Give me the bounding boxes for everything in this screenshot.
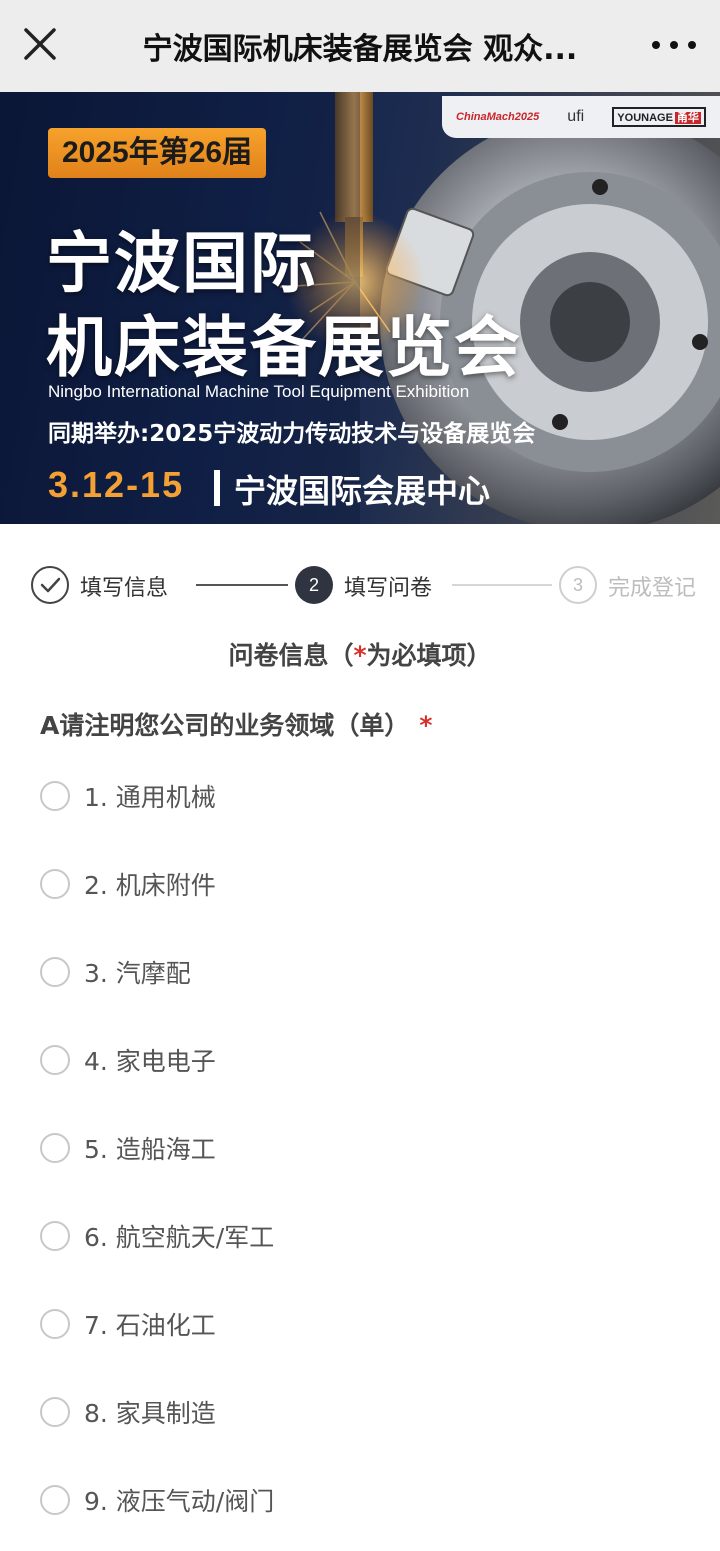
- radio-button[interactable]: [40, 957, 70, 987]
- radio-button[interactable]: [40, 1045, 70, 1075]
- option-label: 5. 造船海工: [84, 1135, 216, 1164]
- step-fill-info: 填写信息: [80, 576, 169, 601]
- banner-title-line1: 宁波国际: [46, 225, 318, 302]
- option-auto-moto-parts[interactable]: 3. 汽摩配: [40, 942, 680, 1002]
- radio-button[interactable]: [40, 1485, 70, 1515]
- step-pending-marker: 3: [559, 566, 597, 604]
- step-done-check-icon: [31, 566, 69, 604]
- option-label: 9. 液压气动/阀门: [84, 1487, 275, 1516]
- step-connector: [452, 584, 552, 586]
- option-label: 6. 航空航天/军工: [84, 1223, 275, 1252]
- option-aerospace-military[interactable]: 6. 航空航天/军工: [40, 1206, 680, 1266]
- option-label: 2. 机床附件: [84, 871, 216, 900]
- step-complete: 完成登记: [608, 576, 697, 601]
- edition-badge: 2025年第26届: [48, 128, 267, 178]
- option-shipbuilding[interactable]: 5. 造船海工: [40, 1118, 680, 1178]
- required-star: *: [419, 711, 433, 740]
- more-dots-icon[interactable]: [652, 30, 696, 60]
- option-furniture[interactable]: 8. 家具制造: [40, 1382, 680, 1442]
- question-business-field: A请注明您公司的业务领域（单） *: [40, 711, 433, 740]
- option-label: 8. 家具制造: [84, 1399, 216, 1428]
- option-home-appliances[interactable]: 4. 家电电子: [40, 1030, 680, 1090]
- close-icon[interactable]: [18, 22, 62, 66]
- banner-venue: 宁波国际会展中心: [234, 472, 491, 510]
- required-star: *: [353, 641, 367, 670]
- option-machine-accessories[interactable]: 2. 机床附件: [40, 854, 680, 914]
- option-hydraulics-valves[interactable]: 9. 液压气动/阀门: [40, 1470, 680, 1530]
- banner-dates: 3.12-15: [48, 464, 185, 505]
- progress-steps: 填写信息 2 填写问卷 3 完成登记: [0, 560, 720, 610]
- ufi-logo: ufi: [567, 108, 585, 125]
- younage-logo: YOUNAGE 甬华: [612, 107, 706, 127]
- sponsor-logos: ChinaMach2025 ufi YOUNAGE 甬华: [442, 96, 720, 138]
- option-label: 1. 通用机械: [84, 783, 216, 812]
- step-questionnaire: 填写问卷: [344, 576, 433, 601]
- option-petrochemical[interactable]: 7. 石油化工: [40, 1294, 680, 1354]
- banner-concurrent-event: 同期举办:2025宁波动力传动技术与设备展览会: [48, 421, 536, 447]
- banner-title-line2: 机床装备展览会: [46, 309, 522, 386]
- title-bar: 宁波国际机床装备展览会 观众...: [0, 0, 720, 92]
- banner-divider: [214, 470, 220, 506]
- option-general-machinery[interactable]: 1. 通用机械: [40, 766, 680, 826]
- questionnaire-title: 问卷信息（*为必填项）: [228, 641, 492, 670]
- radio-button[interactable]: [40, 1309, 70, 1339]
- exhibition-banner: ChinaMach2025 ufi YOUNAGE 甬华 2025年第26届 宁波…: [0, 92, 720, 524]
- page-title: 宁波国际机床装备展览会 观众...: [142, 32, 578, 67]
- option-label: 7. 石油化工: [84, 1311, 216, 1340]
- step-current-marker: 2: [295, 566, 333, 604]
- chinamach-logo: ChinaMach2025: [456, 111, 540, 123]
- option-label: 3. 汽摩配: [84, 959, 191, 988]
- radio-button[interactable]: [40, 1133, 70, 1163]
- radio-button[interactable]: [40, 869, 70, 899]
- option-label: 4. 家电电子: [84, 1047, 216, 1076]
- step-connector: [196, 584, 288, 586]
- banner-english-title: Ningbo International Machine Tool Equipm…: [48, 382, 470, 401]
- radio-button[interactable]: [40, 781, 70, 811]
- radio-button[interactable]: [40, 1221, 70, 1251]
- radio-button[interactable]: [40, 1397, 70, 1427]
